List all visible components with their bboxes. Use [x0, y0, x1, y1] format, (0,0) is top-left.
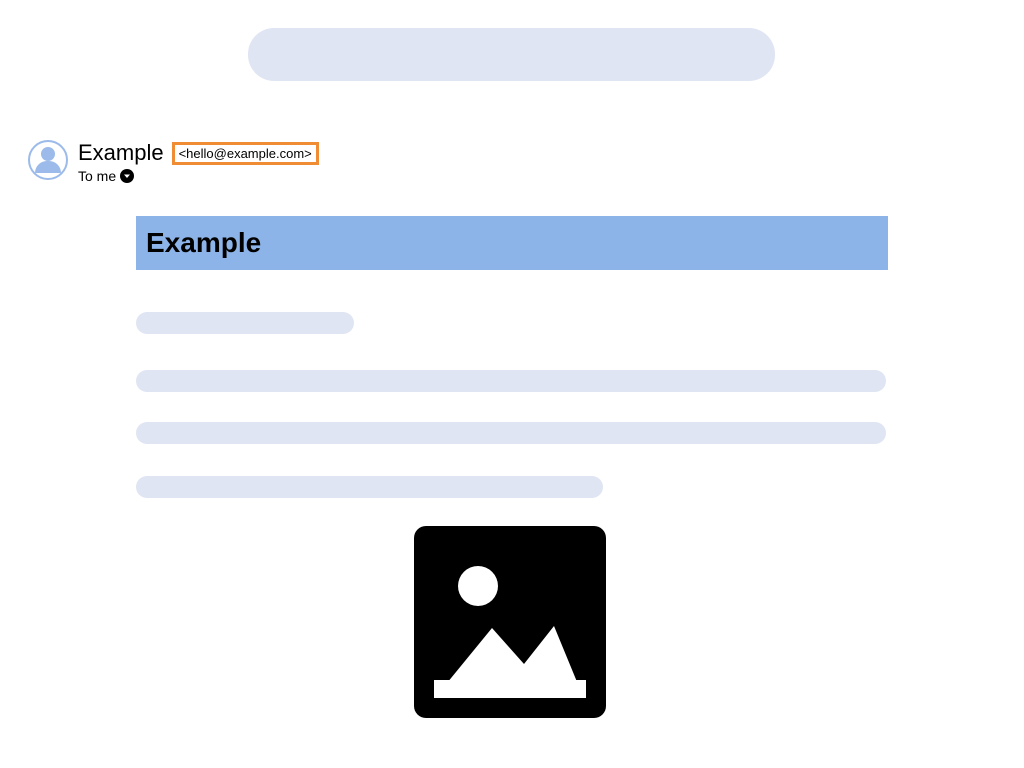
body-line-placeholder: [136, 422, 886, 444]
person-icon: [35, 147, 61, 173]
sender-row: Example <hello@example.com> To me: [28, 140, 319, 184]
expand-details-button[interactable]: [120, 169, 134, 183]
subject-text: Example: [146, 227, 261, 259]
sender-email-highlighted: <hello@example.com>: [172, 142, 319, 165]
sender-info: Example <hello@example.com> To me: [78, 140, 319, 184]
body-line-placeholder: [136, 370, 886, 392]
image-icon: [414, 526, 606, 718]
body-line-placeholder: [136, 476, 603, 498]
sender-name: Example: [78, 140, 164, 166]
chevron-down-icon: [123, 172, 131, 180]
top-placeholder-bar: [248, 28, 775, 81]
to-label: To me: [78, 168, 116, 184]
body-line-placeholder: [136, 312, 354, 334]
image-placeholder: [414, 526, 606, 718]
subject-bar: Example: [136, 216, 888, 270]
avatar: [28, 140, 68, 180]
